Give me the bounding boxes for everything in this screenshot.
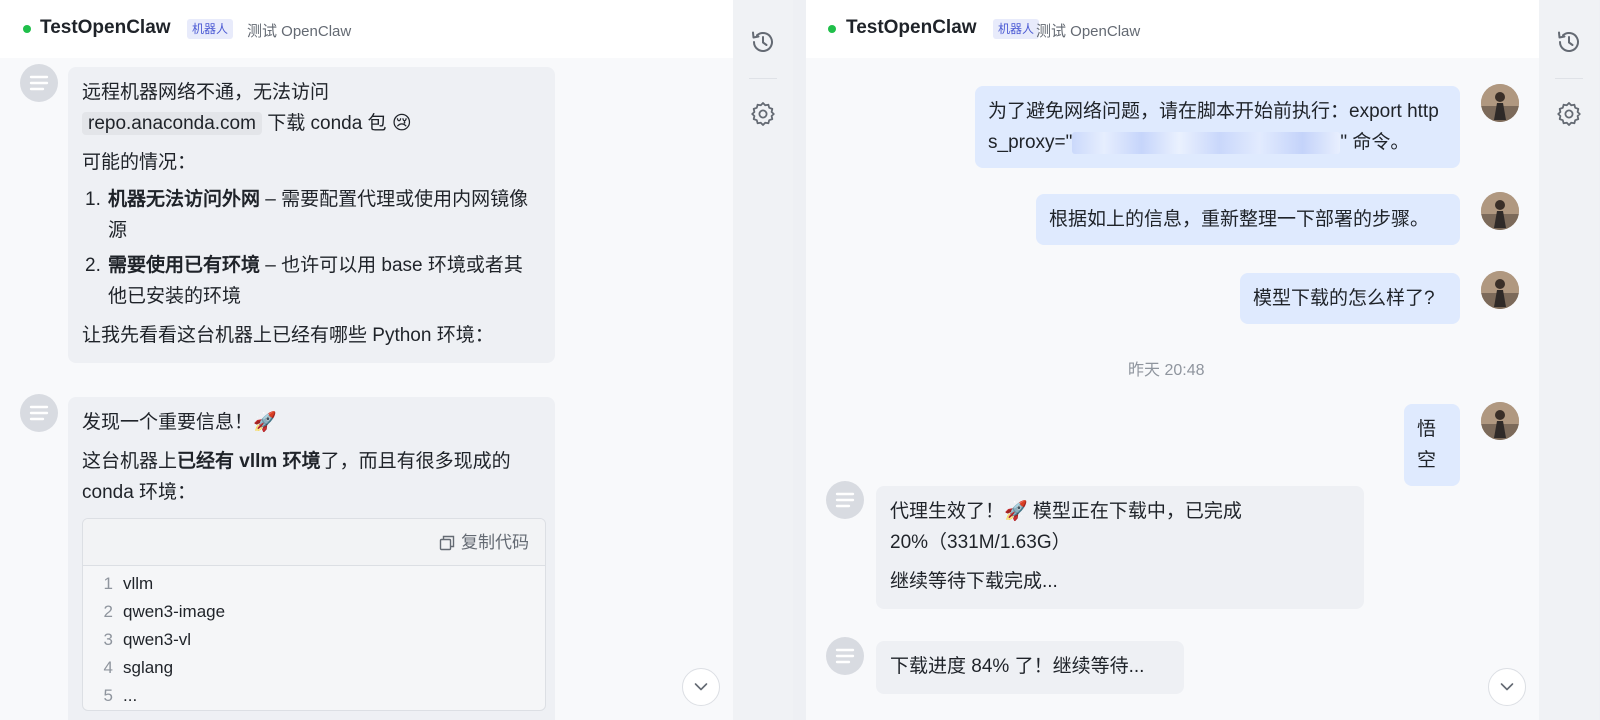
code-line: 2 qwen3-image: [83, 598, 545, 626]
list-number: 2.: [85, 255, 101, 276]
user-avatar: [1481, 402, 1519, 440]
scroll-to-bottom-button[interactable]: [682, 668, 720, 706]
history-button[interactable]: [749, 28, 777, 56]
list-item-bold: 机器无法访问外网: [108, 189, 261, 210]
chat-panel-right: TestOpenClaw 机器人 测试 OpenClaw 为了避免网络问题，请在…: [806, 0, 1539, 720]
code-line: 5...: [83, 682, 545, 710]
code-text: vllm: [123, 574, 154, 593]
scroll-to-bottom-button[interactable]: [1488, 668, 1526, 706]
message-text: 模型下载的怎么样了?: [1253, 288, 1435, 309]
bot-avatar-icon: [826, 637, 864, 675]
bot-message: 代理生效了！🚀 模型正在下载中，已完成20%（331M/1.63G） 继续等待下…: [876, 486, 1364, 609]
code-line: 3 qwen3-vl: [83, 626, 545, 654]
settings-button[interactable]: [749, 100, 777, 128]
message-text: 可能的情况：: [82, 152, 197, 173]
bot-message: 下载进度 84% 了！继续等待...: [876, 641, 1184, 694]
code-block-header: 复制代码: [83, 519, 545, 566]
history-button[interactable]: [1555, 28, 1583, 56]
user-avatar: [1481, 192, 1519, 230]
bot-message: 发现一个重要信息！🚀 这台机器上已经有 vllm 环境了，而且有很多现成的con…: [68, 397, 555, 720]
message-text: 下载 conda 包 😢: [261, 113, 412, 134]
bot-description: 测试 OpenClaw: [247, 23, 352, 40]
chat-header: TestOpenClaw 机器人 测试 OpenClaw: [0, 0, 733, 58]
line-number: 4: [103, 658, 113, 677]
message-text: 远程机器网络不通，无法访问: [82, 82, 330, 103]
line-number: 5: [103, 686, 113, 705]
message-text: 让我先看看这台机器上已经有哪些 Python 环境：: [82, 325, 494, 346]
side-toolbar-right: [1539, 0, 1599, 720]
bot-message: 远程机器网络不通，无法访问 repo.anaconda.com 下载 conda…: [68, 67, 555, 363]
bot-tag: 机器人: [187, 19, 234, 39]
message-text: 下载进度 84% 了！继续等待...: [890, 656, 1145, 677]
message-text: 代理生效了！🚀 模型正在下载中，已完成20%（331M/1.63G）: [890, 501, 1242, 553]
ordered-list: 1. 机器无法访问外网 – 需要配置代理或使用内网镜像源 2. 需要使用已有环境…: [82, 184, 541, 312]
redacted-proxy-value: [1072, 131, 1341, 154]
code-line: 4 sglang: [83, 654, 545, 682]
chevron-down-icon: [1500, 683, 1514, 691]
user-message: 为了避免网络问题，请在脚本开始前执行：export https_proxy=" "…: [975, 86, 1460, 168]
settings-icon: [751, 102, 775, 126]
chat-panel-left: TestOpenClaw 机器人 测试 OpenClaw 远程机器网络不通，无法…: [0, 0, 733, 720]
message-text: 发现一个重要信息！🚀: [82, 412, 277, 433]
user-avatar: [1481, 271, 1519, 309]
online-status-dot: [23, 25, 31, 33]
side-toolbar-left: [733, 0, 793, 720]
line-number: 1: [103, 574, 113, 593]
copy-code-label: 复制代码: [461, 533, 529, 552]
history-icon: [752, 31, 773, 52]
list-item-bold: 需要使用已有环境: [108, 255, 261, 276]
copy-icon: [439, 535, 455, 550]
line-number: 2: [103, 602, 113, 621]
bot-description: 测试 OpenClaw: [1036, 23, 1141, 40]
code-text: qwen3-image: [123, 602, 226, 621]
inline-code: repo.anaconda.com: [82, 112, 262, 135]
message-timestamp: 昨天 20:48: [1128, 362, 1205, 379]
code-lines: 1 vllm 2 qwen3-image 3 qwen3-vl 4 sglang 5..…: [83, 566, 545, 710]
user-message: 根据如上的信息，重新整理一下部署的步骤。: [1036, 194, 1460, 245]
list-item: 2. 需要使用已有环境 – 也许可以用 base 环境或者其他已安装的环境: [82, 250, 541, 312]
message-text: " 命令。: [1340, 132, 1410, 153]
toolbar-divider: [1555, 78, 1583, 79]
online-status-dot: [828, 25, 836, 33]
code-text: qwen3-vl: [123, 630, 192, 649]
list-item: 1. 机器无法访问外网 – 需要配置代理或使用内网镜像源: [82, 184, 541, 246]
bot-avatar-icon: [20, 64, 58, 102]
bot-tag: 机器人: [993, 19, 1040, 39]
message-text: 继续等待下载完成...: [890, 571, 1058, 592]
code-text: ...: [123, 686, 138, 705]
history-icon: [1558, 31, 1579, 52]
list-number: 1.: [85, 189, 101, 210]
code-text: sglang: [123, 658, 174, 677]
toolbar-divider: [749, 78, 777, 79]
message-text: 根据如上的信息，重新整理一下部署的步骤。: [1049, 209, 1430, 230]
bot-avatar-icon: [826, 481, 864, 519]
chat-header: TestOpenClaw 机器人 测试 OpenClaw: [806, 0, 1539, 58]
line-number: 3: [103, 630, 113, 649]
copy-code-button[interactable]: 复制代码: [439, 527, 529, 558]
settings-icon: [1557, 102, 1581, 126]
message-text: 这台机器上: [82, 451, 178, 472]
message-bold: 已经有 vllm 环境: [177, 451, 321, 472]
bot-name: TestOpenClaw: [846, 17, 977, 38]
message-text: 悟空: [1417, 419, 1437, 471]
bot-name: TestOpenClaw: [40, 17, 171, 38]
code-block: 复制代码 1 vllm 2 qwen3-image 3 qwen3-vl 4 sglan…: [82, 518, 546, 711]
user-message: 悟空: [1404, 404, 1460, 486]
code-line: 1 vllm: [83, 570, 545, 598]
settings-button[interactable]: [1555, 100, 1583, 128]
bot-avatar-icon: [20, 394, 58, 432]
user-avatar: [1481, 84, 1519, 122]
chevron-down-icon: [694, 683, 708, 691]
user-message: 模型下载的怎么样了?: [1240, 273, 1460, 324]
